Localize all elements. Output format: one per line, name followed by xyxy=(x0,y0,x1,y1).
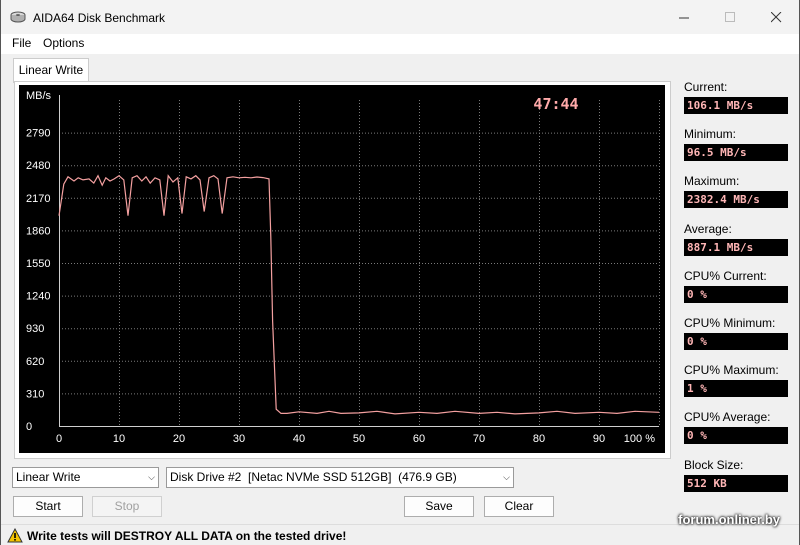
start-button[interactable]: Start xyxy=(13,496,83,517)
x-tick-label: 10 xyxy=(113,433,125,445)
window-title: AIDA64 Disk Benchmark xyxy=(33,11,166,25)
x-tick-label: 60 xyxy=(413,433,425,445)
x-tick-label: 50 xyxy=(353,433,365,445)
menu-file[interactable]: File xyxy=(12,36,31,50)
stat-value: 96.5 MB/s xyxy=(684,144,788,162)
y-tick-label: 310 xyxy=(26,388,44,400)
stat-value: 0 % xyxy=(684,333,788,350)
x-tick-label: 70 xyxy=(473,433,485,445)
menu-options[interactable]: Options xyxy=(43,36,84,50)
title-bar: AIDA64 Disk Benchmark xyxy=(1,0,799,34)
y-tick-label: 1550 xyxy=(26,258,50,270)
stat-value: 0 % xyxy=(684,427,788,445)
drive-select-value: Disk Drive #2 [Netac NVMe SSD 512GB] (47… xyxy=(170,470,457,484)
minimize-button[interactable] xyxy=(661,0,707,34)
clear-button[interactable]: Clear xyxy=(484,496,554,517)
x-tick-label: 90 xyxy=(593,433,605,445)
stat-label: CPU% Average: xyxy=(684,410,771,425)
status-bar: Write tests will DESTROY ALL DATA on the… xyxy=(1,524,799,545)
y-axis-label: MB/s xyxy=(26,90,52,102)
y-tick-label: 2170 xyxy=(26,193,50,205)
stat-label: Current: xyxy=(684,80,728,94)
tab-linear-write[interactable]: Linear Write xyxy=(13,58,89,83)
disk-app-icon xyxy=(10,11,26,23)
stat-value: 106.1 MB/s xyxy=(684,97,788,114)
chart-background xyxy=(19,85,665,453)
test-select-value: Linear Write xyxy=(16,470,81,484)
stat-label: Block Size: xyxy=(684,457,744,472)
y-tick-label: 2480 xyxy=(26,160,50,172)
benchmark-window: AIDA64 Disk Benchmark File Options Linea… xyxy=(0,0,800,545)
maximize-icon xyxy=(724,11,735,22)
stat-label: CPU% Current: xyxy=(684,268,767,283)
y-tick-label: 1860 xyxy=(26,225,50,237)
x-tick-label: 0 xyxy=(56,433,62,445)
y-tick-label: 0 xyxy=(26,421,32,433)
x-tick-label: 30 xyxy=(233,433,245,445)
x-tick-label: 40 xyxy=(293,433,305,445)
y-tick-label: 1240 xyxy=(26,291,50,303)
chevron-down-icon: ⌵ xyxy=(148,472,155,482)
menu-bar: File Options xyxy=(1,34,799,54)
x-tick-label: 100 % xyxy=(624,433,655,445)
watermark-text: forum.onliner.by xyxy=(678,512,780,527)
speed-chart: 2790 2480 2170 1860 1550 1240 930 620 310 0 MB/s 0 1… xyxy=(19,85,665,453)
test-select[interactable]: Linear Write ⌵ xyxy=(12,467,159,488)
warning-icon xyxy=(7,528,23,543)
stop-button[interactable]: Stop xyxy=(92,496,162,517)
stat-value: 512 KB xyxy=(684,474,788,492)
chevron-down-icon: ⌵ xyxy=(503,472,510,482)
stat-label: Average: xyxy=(684,221,732,236)
x-tick-label: 20 xyxy=(173,433,185,445)
stat-label: Minimum: xyxy=(684,127,737,142)
stat-label: Maximum: xyxy=(684,174,740,189)
stat-label: CPU% Minimum: xyxy=(684,316,776,330)
close-button[interactable] xyxy=(753,0,799,34)
stat-value: 2382.4 MB/s xyxy=(684,191,788,209)
drive-select[interactable]: Disk Drive #2 [Netac NVMe SSD 512GB] (47… xyxy=(166,467,514,488)
chart-panel: 2790 2480 2170 1860 1550 1240 930 620 310 0 MB/s 0 1… xyxy=(14,81,671,459)
stat-value: 1 % xyxy=(684,380,788,398)
maximize-button[interactable] xyxy=(707,0,753,34)
stat-value: 887.1 MB/s xyxy=(684,238,788,256)
y-tick-label: 930 xyxy=(26,323,44,335)
save-button[interactable]: Save xyxy=(404,496,474,517)
stat-value: 0 % xyxy=(684,285,788,303)
y-tick-label: 2790 xyxy=(26,128,50,140)
y-tick-label: 620 xyxy=(26,356,44,368)
stat-label: CPU% Maximum: xyxy=(684,363,779,378)
x-tick-label: 80 xyxy=(533,433,545,445)
close-icon xyxy=(770,11,781,22)
warning-text: Write tests will DESTROY ALL DATA on the… xyxy=(27,529,347,543)
elapsed-time: 47:44 xyxy=(533,95,578,113)
minimize-icon xyxy=(678,17,689,18)
